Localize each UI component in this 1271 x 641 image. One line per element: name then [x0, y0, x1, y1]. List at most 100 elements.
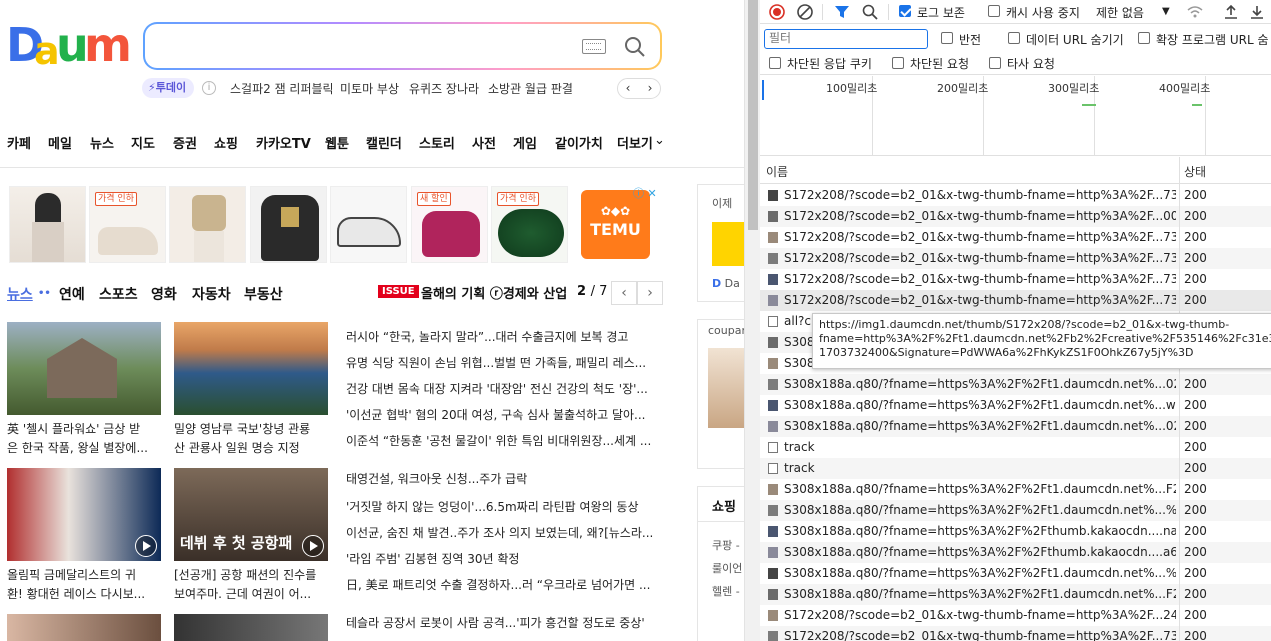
next-arrow-icon[interactable]: › — [640, 81, 660, 95]
ad-product[interactable] — [169, 186, 246, 263]
upload-icon[interactable] — [1222, 3, 1240, 21]
headline-link[interactable]: '라임 주범' 김봉현 징역 30년 확정 — [346, 550, 664, 567]
play-icon[interactable] — [302, 535, 324, 557]
play-icon[interactable] — [135, 535, 157, 557]
nav-shopping[interactable]: 쇼핑 — [214, 133, 238, 152]
ad-product[interactable]: 가격 인하 — [89, 186, 166, 263]
request-row[interactable]: S172x208/?scode=b2_01&x-twg-thumb-fname=… — [760, 185, 1271, 206]
download-icon[interactable] — [1248, 3, 1266, 21]
headline-link[interactable]: 日, 美로 패트리엇 수출 결정하자...러 “우크라로 넘어가면 ... — [346, 576, 664, 593]
coupang-ad[interactable]: coupan — [697, 319, 744, 469]
ad-product[interactable]: 새 할인 — [411, 186, 488, 263]
request-row[interactable]: S308x188a.q80/?fname=https%3A%2F%2Ft1.da… — [760, 479, 1271, 500]
request-row[interactable]: S308x188a.q80/?fname=https%3A%2F%2Ft1.da… — [760, 563, 1271, 584]
request-row[interactable]: S172x208/?scode=b2_01&x-twg-thumb-fname=… — [760, 626, 1271, 641]
headline-link[interactable]: 테슬라 공장서 로봇이 사람 공격...'피가 흥건할 정도로 중상' — [346, 614, 664, 631]
headline-link[interactable]: 러시아 “한국, 놀라지 말라”...대러 수출금지에 보복 경고 — [346, 328, 664, 345]
today-badge[interactable]: ⚡투데이 — [142, 78, 195, 98]
shopping-item[interactable]: 헬렌 - — [712, 583, 740, 599]
request-row[interactable]: S308x188a.q80/?fname=https%3A%2F%2Fthumb… — [760, 521, 1271, 542]
filter-icon[interactable] — [833, 3, 851, 21]
info-icon[interactable]: i — [202, 81, 216, 95]
column-status-header[interactable]: 상태 — [1184, 163, 1206, 180]
request-row[interactable]: S172x208/?scode=b2_01&x-twg-thumb-fname=… — [760, 290, 1271, 311]
request-row[interactable]: S308x188a.q80/?fname=https%3A%2F%2Ft1.da… — [760, 374, 1271, 395]
nav-game[interactable]: 게임 — [513, 133, 537, 152]
request-row[interactable]: track 200 — [760, 437, 1271, 458]
tab-realestate[interactable]: 부동산 — [244, 284, 283, 304]
ad-product[interactable] — [250, 186, 327, 263]
hide-data-url-checkbox[interactable] — [1008, 32, 1020, 44]
prev-arrow-icon[interactable]: ‹ — [618, 81, 638, 95]
tab-entertainment[interactable]: 연예 — [59, 284, 85, 304]
network-conditions-icon[interactable] — [1186, 3, 1204, 21]
ad-product[interactable] — [9, 186, 86, 263]
search-input[interactable] — [143, 22, 662, 70]
invert-checkbox[interactable] — [941, 32, 953, 44]
tab-movies[interactable]: 영화 — [151, 284, 177, 304]
headline-link[interactable]: 건강 대변 몸속 대장 지켜라 '대장암' 전신 건강의 척도 '장'... — [346, 380, 664, 397]
ad-product[interactable]: 가격 인하 — [491, 186, 568, 263]
headline-link[interactable]: 이준석 “한동훈 '공천 물갈이' 위한 특임 비대위원장...세계 ... — [346, 432, 664, 449]
request-row[interactable]: S172x208/?scode=b2_01&x-twg-thumb-fname=… — [760, 206, 1271, 227]
nav-cafe[interactable]: 카페 — [7, 133, 31, 152]
column-divider[interactable] — [1179, 157, 1180, 641]
search-icon[interactable] — [624, 36, 646, 58]
nav-calendar[interactable]: 캘린더 — [366, 133, 402, 152]
filter-input[interactable]: 필터 — [764, 29, 928, 49]
nav-news[interactable]: 뉴스 — [90, 133, 114, 152]
trend-item[interactable]: 소방관 월급 판결 — [488, 80, 573, 97]
nav-more[interactable]: 더보기 — [617, 133, 653, 152]
next-page-button[interactable]: › — [637, 281, 663, 305]
tab-cars[interactable]: 자동차 — [192, 284, 231, 304]
news-card[interactable]: 英 '첼시 플라워쇼' 금상 받은 한국 작품, 왕실 별장에... — [7, 322, 163, 458]
third-party-checkbox[interactable] — [989, 57, 1001, 69]
chevron-down-icon[interactable]: ⌄ — [654, 133, 665, 148]
shopping-item[interactable]: 룰이언 — [712, 560, 742, 576]
request-row[interactable]: S172x208/?scode=b2_01&x-twg-thumb-fname=… — [760, 227, 1271, 248]
request-row[interactable]: S308x188a.q80/?fname=https%3A%2F%2Ft1.da… — [760, 584, 1271, 605]
disable-cache-checkbox[interactable] — [988, 5, 1000, 17]
nav-story[interactable]: 스토리 — [419, 133, 455, 152]
request-row[interactable]: S172x208/?scode=b2_01&x-twg-thumb-fname=… — [760, 248, 1271, 269]
prev-page-button[interactable]: ‹ — [611, 281, 637, 305]
request-row[interactable]: track 200 — [760, 458, 1271, 479]
adchoices-icon[interactable]: ⓘ ✕ — [633, 185, 657, 201]
column-name-header[interactable]: 이름 — [766, 163, 788, 180]
preserve-log-checkbox[interactable] — [899, 5, 911, 17]
news-card[interactable]: 데뷔 후 첫 공항패 [선공개] 공항 패션의 진수를 보여주마. 근데 여권이 … — [174, 468, 330, 604]
throttle-select[interactable]: 제한 없음 — [1096, 4, 1144, 21]
nav-webtoon[interactable]: 웹툰 — [325, 133, 349, 152]
side-widget-image[interactable] — [712, 222, 744, 266]
request-row[interactable]: S308x188a.q80/?fname=https%3A%2F%2Fthumb… — [760, 542, 1271, 563]
page-scrollbar[interactable] — [744, 0, 760, 641]
nav-together[interactable]: 같이가치 — [555, 133, 603, 152]
keyboard-icon[interactable] — [582, 39, 606, 54]
nav-kakaotv[interactable]: 카카오TV — [256, 133, 311, 152]
chevron-down-icon[interactable]: ▼ — [1162, 6, 1170, 17]
blocked-requests-checkbox[interactable] — [892, 57, 904, 69]
ad-product[interactable] — [330, 186, 407, 263]
nav-dictionary[interactable]: 사전 — [472, 133, 496, 152]
request-row[interactable]: S308x188a.q80/?fname=https%3A%2F%2Ft1.da… — [760, 416, 1271, 437]
news-card[interactable]: 밀양 영남루 국보'창녕 관룡 산 관룡사 일원 명승 지정 — [174, 322, 330, 458]
shopping-item[interactable]: 쿠팡 - — [712, 537, 740, 553]
headline-link[interactable]: '거짓말 하지 않는 엉덩이'...6.5m짜리 라틴팝 여왕의 동상 — [346, 498, 664, 515]
timeline-overview[interactable]: 100밀리초 200밀리초 300밀리초 400밀리초 — [760, 76, 1271, 156]
tab-sports[interactable]: 스포츠 — [99, 284, 138, 304]
record-icon[interactable] — [768, 3, 786, 21]
headline-link[interactable]: 유명 식당 직원이 손님 위협...벌벌 떤 가족들, 패밀리 레스... — [346, 354, 664, 371]
clear-icon[interactable] — [796, 3, 814, 21]
trend-item[interactable]: 미토마 부상 — [340, 80, 399, 97]
daum-logo[interactable]: D a u m — [6, 22, 132, 73]
nav-stock[interactable]: 증권 — [173, 133, 197, 152]
request-row[interactable]: S308x188a.q80/?fname=https%3A%2F%2Ft1.da… — [760, 500, 1271, 521]
trend-item[interactable]: 유퀴즈 장나라 — [409, 80, 479, 97]
nav-mail[interactable]: 메일 — [48, 133, 72, 152]
trend-item[interactable]: 스걸파2 잼 리퍼블릭 — [230, 80, 334, 97]
request-row[interactable]: S308x188a.q80/?fname=https%3A%2F%2Ft1.da… — [760, 395, 1271, 416]
news-card[interactable]: 올림픽 금메달리스트의 귀 환! 황대헌 레이스 다시보... — [7, 468, 163, 604]
headline-link[interactable]: 이선균, 숨진 채 발견..주가 조사 의지 보였는데, 왜?[뉴스라... — [346, 524, 664, 541]
scrollbar-thumb[interactable] — [748, 0, 758, 230]
request-row[interactable]: S172x208/?scode=b2_01&x-twg-thumb-fname=… — [760, 269, 1271, 290]
